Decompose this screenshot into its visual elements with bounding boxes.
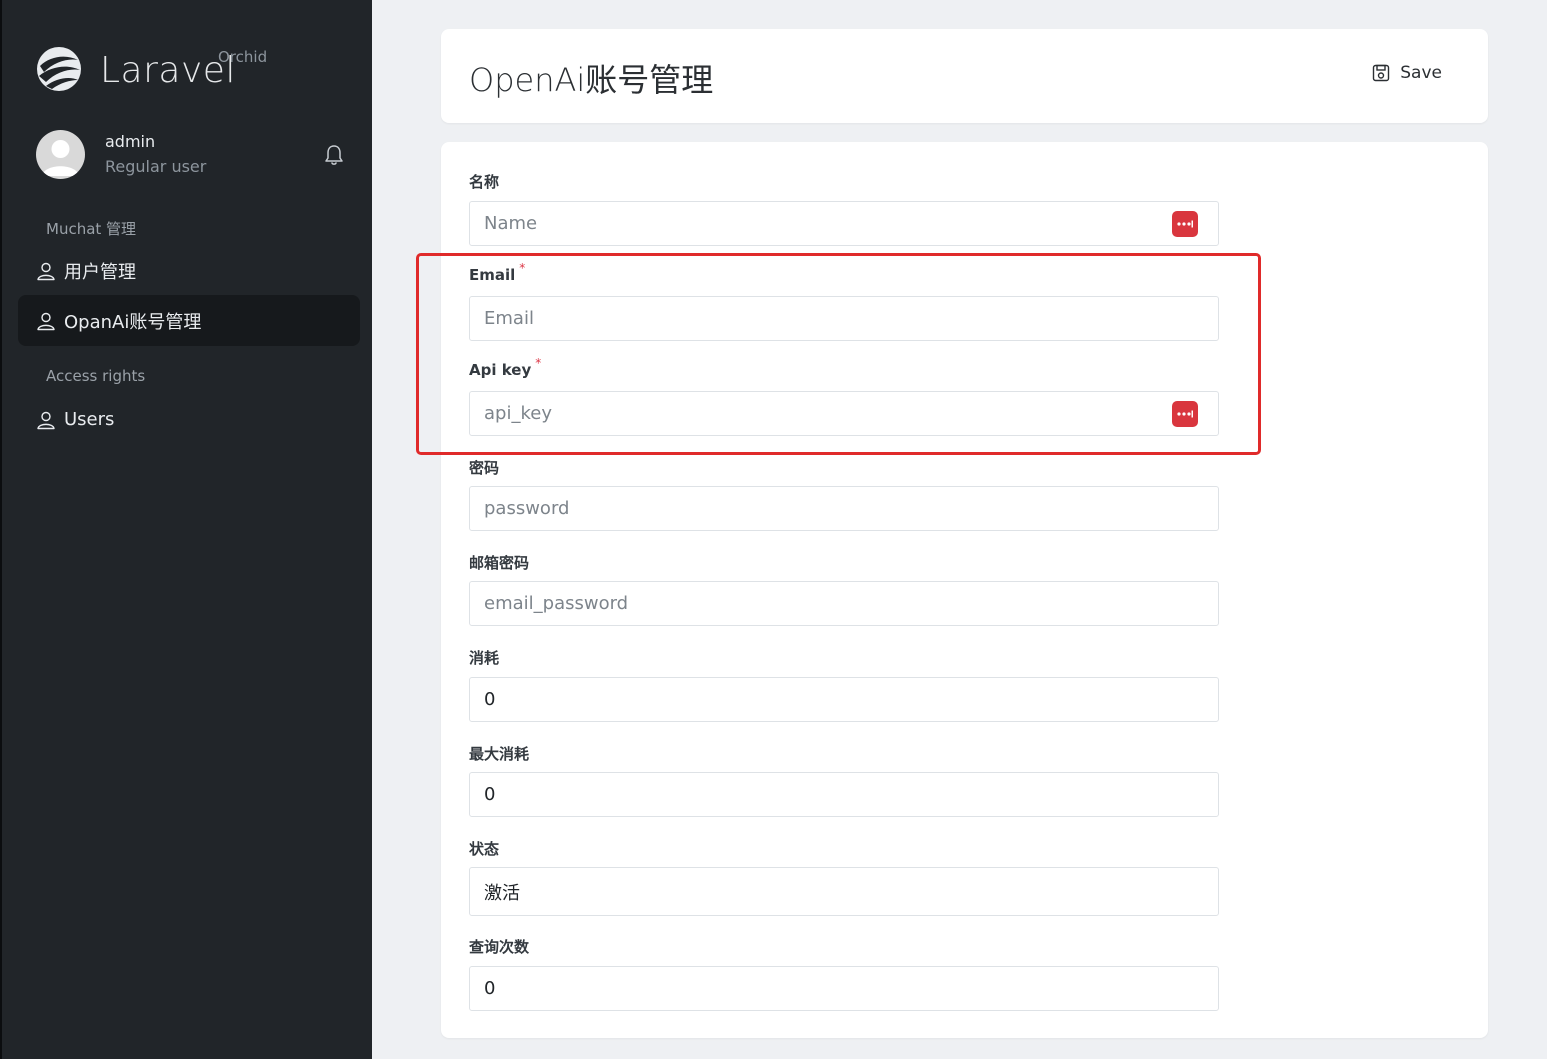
field-label-max-usage: 最大消耗 bbox=[469, 745, 530, 763]
page-title: OpenAi账号管理 bbox=[469, 61, 714, 99]
field-label-query-count: 查询次数 bbox=[469, 938, 530, 956]
dots-icon bbox=[1177, 410, 1193, 418]
save-button[interactable]: Save bbox=[1372, 63, 1442, 83]
field-label-status: 状态 bbox=[469, 840, 500, 858]
page-header: OpenAi账号管理 Save bbox=[441, 29, 1488, 123]
field-label-password: 密码 bbox=[469, 459, 500, 477]
name-input[interactable] bbox=[469, 201, 1219, 246]
max-usage-input[interactable] bbox=[469, 772, 1219, 817]
section-title-muchat: Muchat 管理 bbox=[46, 220, 137, 238]
usage-input[interactable] bbox=[469, 677, 1219, 722]
user-icon bbox=[37, 411, 55, 429]
user-profile[interactable]: admin Regular user bbox=[36, 130, 350, 180]
field-label-name: 名称 bbox=[469, 173, 500, 191]
api-key-input[interactable] bbox=[469, 391, 1219, 436]
save-disk-icon bbox=[1373, 64, 1390, 82]
email-input[interactable] bbox=[469, 296, 1219, 341]
section-title-access-rights: Access rights bbox=[46, 367, 146, 385]
orchid-logo-icon bbox=[37, 47, 81, 91]
bell-icon[interactable] bbox=[324, 144, 344, 166]
avatar[interactable] bbox=[36, 130, 85, 179]
query-count-input[interactable] bbox=[469, 966, 1219, 1011]
user-icon bbox=[37, 262, 55, 280]
brand-sub: Orchid bbox=[218, 48, 268, 66]
sidebar: Laravel Orchid admin Regular user Muchat… bbox=[0, 0, 372, 1059]
avatar-person-icon bbox=[42, 140, 79, 176]
form-card: 名称 Email* Api key* 密码 邮箱密码 消耗 最大消耗 状态 查询… bbox=[441, 142, 1488, 1038]
password-manager-icon[interactable] bbox=[1172, 211, 1198, 237]
field-label-email-password: 邮箱密码 bbox=[469, 554, 530, 572]
brand-name: Laravel bbox=[100, 50, 236, 91]
sidebar-item-users[interactable]: Users bbox=[18, 394, 360, 445]
password-input[interactable] bbox=[469, 486, 1219, 531]
save-label: Save bbox=[1400, 63, 1442, 83]
dots-icon bbox=[1177, 220, 1193, 228]
sidebar-item-openai-accounts[interactable]: OpanAi账号管理 bbox=[18, 295, 360, 346]
password-manager-icon[interactable] bbox=[1172, 401, 1198, 427]
email-password-input[interactable] bbox=[469, 581, 1219, 626]
sidebar-item-label: Users bbox=[64, 409, 115, 430]
sidebar-item-label: 用户管理 bbox=[64, 261, 136, 283]
field-label-usage: 消耗 bbox=[469, 649, 500, 667]
field-label-email: Email * bbox=[469, 261, 526, 284]
sidebar-item-user-management[interactable]: 用户管理 bbox=[18, 245, 360, 296]
field-label-api-key: Api key * bbox=[469, 356, 542, 379]
sidebar-item-label: OpanAi账号管理 bbox=[64, 311, 202, 333]
profile-name: admin bbox=[105, 132, 156, 151]
user-icon bbox=[37, 312, 55, 330]
profile-role: Regular user bbox=[105, 157, 207, 176]
status-select[interactable] bbox=[469, 867, 1219, 916]
